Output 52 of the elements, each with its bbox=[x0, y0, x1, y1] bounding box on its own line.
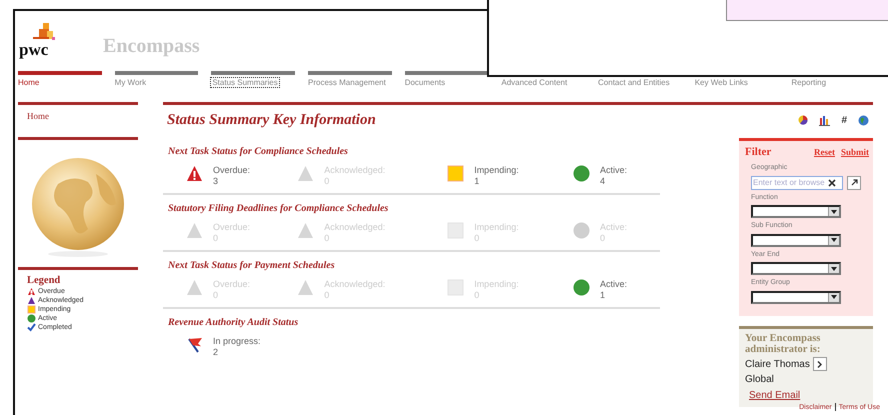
select-field[interactable] bbox=[751, 205, 841, 218]
caret-icon bbox=[831, 266, 837, 270]
nav-tab[interactable]: My Work bbox=[114, 71, 198, 88]
status-label: Overdue: bbox=[213, 164, 250, 176]
lookup-field[interactable]: Enter text or browse bbox=[751, 176, 843, 190]
section-title: Next Task Status for Payment Schedules bbox=[168, 258, 336, 272]
arrow-icon bbox=[850, 179, 858, 186]
status-label: Active: bbox=[600, 278, 627, 290]
logo-text: pwc bbox=[19, 41, 50, 58]
section-title: Next Task Status for Compliance Schedules bbox=[168, 144, 349, 158]
filter-link[interactable]: Submit bbox=[840, 146, 869, 159]
hash-button[interactable]: # bbox=[841, 112, 847, 128]
filter-title: Filter bbox=[745, 144, 772, 160]
caret-icon bbox=[831, 210, 837, 214]
nav-tab[interactable]: Status Summaries bbox=[211, 71, 296, 88]
browse-button[interactable] bbox=[847, 176, 861, 190]
sidebar-link[interactable]: Home bbox=[18, 105, 138, 137]
caret-icon bbox=[831, 238, 837, 242]
send-email-link[interactable]: Send Email bbox=[749, 390, 800, 400]
close-icon bbox=[828, 178, 836, 186]
status-count: 1 bbox=[600, 290, 606, 300]
admin-name: Claire Thomas bbox=[745, 358, 810, 372]
admin-title: Your Encompass administrator is: bbox=[745, 332, 822, 354]
status-count: 1 bbox=[474, 176, 480, 186]
status-label: Active: bbox=[600, 164, 627, 176]
pie-chart-icon[interactable] bbox=[798, 115, 808, 126]
status-label: Impending: bbox=[474, 164, 519, 176]
section-title: Revenue Authority Audit Status bbox=[168, 316, 300, 330]
circle-icon bbox=[27, 314, 36, 323]
nav-tab[interactable]: Home bbox=[18, 71, 102, 88]
filter-link[interactable]: Reset bbox=[814, 146, 835, 159]
status-count: 4 bbox=[600, 176, 606, 186]
next-button[interactable] bbox=[812, 357, 827, 371]
globe-icon[interactable] bbox=[858, 114, 869, 126]
select-field[interactable] bbox=[751, 234, 841, 246]
warning-icon bbox=[27, 287, 36, 296]
bar-chart-icon[interactable] bbox=[819, 114, 830, 126]
status-label: In progress: bbox=[213, 336, 261, 346]
select-field[interactable] bbox=[751, 290, 841, 304]
square-icon bbox=[27, 305, 36, 314]
chevron-icon bbox=[817, 360, 822, 368]
triangle-icon bbox=[27, 296, 36, 305]
nav-tab[interactable]: Process Management bbox=[308, 71, 392, 88]
status-count: 2 bbox=[213, 346, 220, 358]
caret-icon bbox=[831, 295, 837, 299]
admin-scope: Global bbox=[745, 372, 775, 386]
checkmark-icon bbox=[27, 323, 36, 332]
select-field[interactable] bbox=[751, 262, 841, 275]
page-title: Status Summary Key Information bbox=[167, 111, 376, 130]
status-count: 3 bbox=[213, 176, 220, 186]
section-title: Statutory Filing Deadlines for Compliance Schedules bbox=[168, 202, 390, 216]
legend-title: Legend bbox=[27, 275, 62, 287]
